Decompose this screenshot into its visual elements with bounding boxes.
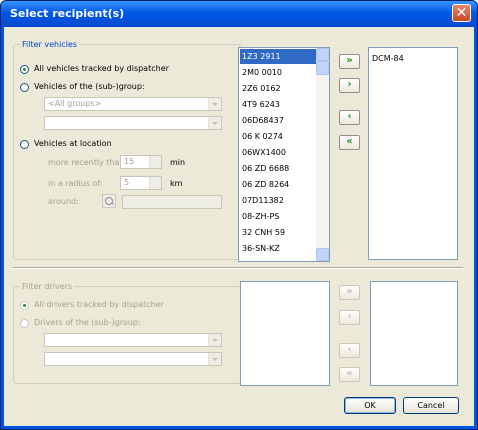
recent-label: more recently than: xyxy=(48,158,128,167)
radio-vehicles-group[interactable] xyxy=(20,83,29,92)
vehicle-group-select[interactable]: <All groups> xyxy=(44,97,222,111)
list-item[interactable]: 1Z3 2911 xyxy=(240,49,316,64)
radius-unit: km xyxy=(170,179,183,188)
list-item[interactable]: 2Z6 0162 xyxy=(240,81,316,96)
all-drivers-label: All drivers tracked by dispatcher xyxy=(34,300,164,309)
filter-drivers-legend: Filter drivers xyxy=(22,282,73,291)
selected-drivers-list[interactable] xyxy=(370,281,458,386)
radius-value: 5 xyxy=(124,178,130,187)
close-button[interactable]: ✕ xyxy=(452,4,471,22)
chevron-down-icon xyxy=(208,117,221,129)
radio-all-drivers[interactable] xyxy=(20,301,29,310)
add-all-drivers-button[interactable]: » xyxy=(339,285,360,300)
available-vehicles-list[interactable]: 1Z3 2911 2M0 0010 2Z6 0162 4T9 6243 06D68437… xyxy=(238,47,330,262)
filter-vehicles-legend: Filter vehicles xyxy=(22,40,78,49)
around-label: around: xyxy=(48,197,79,206)
list-item[interactable]: 06 ZD 8264 xyxy=(240,177,316,192)
vehicle-subgroup-select[interactable] xyxy=(44,116,222,130)
ok-button[interactable]: OK xyxy=(344,397,396,414)
list-item[interactable]: DCM-84 xyxy=(370,51,446,66)
available-drivers-list[interactable] xyxy=(240,281,330,386)
remove-vehicle-button[interactable]: ‹ xyxy=(339,110,360,125)
chevron-down-icon xyxy=(208,98,221,110)
spin-arrows-icon[interactable] xyxy=(149,177,161,189)
add-driver-button[interactable]: › xyxy=(339,310,360,325)
spin-arrows-icon[interactable] xyxy=(149,156,161,168)
scroll-down-icon[interactable] xyxy=(316,248,329,261)
cancel-button[interactable]: Cancel xyxy=(403,397,459,414)
chevron-down-icon xyxy=(208,334,221,346)
remove-all-drivers-button[interactable]: « xyxy=(339,367,360,382)
list-item[interactable]: 06D68437 xyxy=(240,113,316,128)
radius-label: in a radius of: xyxy=(48,179,103,188)
search-location-icon[interactable] xyxy=(102,194,116,208)
vertical-scrollbar[interactable] xyxy=(316,48,329,261)
remove-all-vehicles-button[interactable]: « xyxy=(339,135,360,150)
radius-stepper[interactable]: 5 xyxy=(120,176,162,190)
list-item[interactable]: 06 K 0274 xyxy=(240,129,316,144)
title-bar[interactable]: Select recipient(s) ✕ xyxy=(1,1,477,27)
list-item[interactable]: 4T9 6243 xyxy=(240,97,316,112)
driver-subgroup-select[interactable] xyxy=(44,352,222,366)
chevron-down-icon xyxy=(208,353,221,365)
recent-minutes-value: 15 xyxy=(124,157,135,166)
add-all-vehicles-button[interactable]: » xyxy=(339,54,360,69)
driver-group-select[interactable] xyxy=(44,333,222,347)
vehicles-group-label: Vehicles of the (sub-)group: xyxy=(34,82,145,91)
dialog-client: Filter vehicles All vehicles tracked by … xyxy=(4,27,474,426)
remove-driver-button[interactable]: ‹ xyxy=(339,343,360,358)
all-vehicles-label: All vehicles tracked by dispatcher xyxy=(34,64,169,73)
dialog-window: Select recipient(s) ✕ Filter vehicles Al… xyxy=(0,0,478,430)
window-title: Select recipient(s) xyxy=(10,7,125,20)
radio-all-vehicles[interactable] xyxy=(20,65,29,74)
filter-vehicles-group: Filter vehicles xyxy=(13,40,241,260)
vehicle-group-value: <All groups> xyxy=(48,99,102,108)
drivers-group-label: Drivers of the (sub-)group: xyxy=(34,318,141,327)
list-item[interactable]: 2M0 0010 xyxy=(240,65,316,80)
list-item[interactable]: 06 ZD 6688 xyxy=(240,161,316,176)
section-divider xyxy=(13,267,463,269)
scroll-thumb[interactable] xyxy=(316,61,329,75)
recent-minutes-stepper[interactable]: 15 xyxy=(120,155,162,169)
around-location-field[interactable] xyxy=(122,195,222,209)
vehicles-location-label: Vehicles at location xyxy=(34,139,112,148)
selected-vehicles-list[interactable]: DCM-84 xyxy=(368,47,458,260)
scroll-up-icon[interactable] xyxy=(316,48,329,61)
add-vehicle-button[interactable]: › xyxy=(339,78,360,93)
radio-vehicles-location[interactable] xyxy=(20,140,29,149)
recent-unit: min xyxy=(170,158,186,167)
list-item[interactable]: 07D11382 xyxy=(240,193,316,208)
list-item[interactable]: 06WX1400 xyxy=(240,145,316,160)
list-item[interactable]: 32 CNH 59 xyxy=(240,225,316,240)
list-item[interactable]: 08-ZH-PS xyxy=(240,209,316,224)
radio-drivers-group[interactable] xyxy=(20,319,29,328)
list-item[interactable]: 36-SN-KZ xyxy=(240,241,316,256)
